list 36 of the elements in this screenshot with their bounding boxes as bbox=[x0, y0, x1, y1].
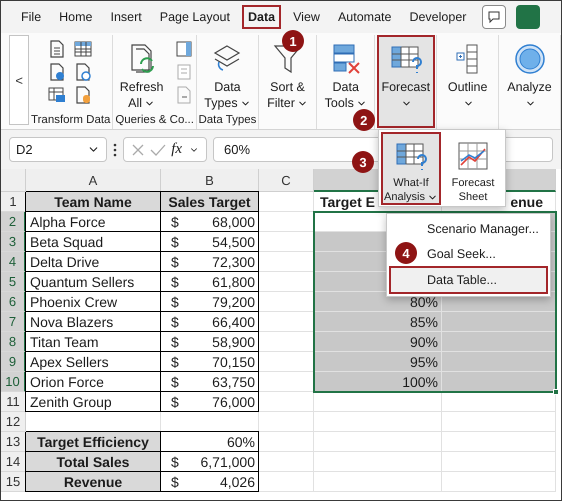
table-cell: $ 76,000 bbox=[161, 392, 259, 412]
table-cell: 95% bbox=[314, 352, 442, 372]
table-cell: 90% bbox=[314, 332, 442, 352]
table-cell: Quantum Sellers bbox=[26, 272, 161, 292]
table-cell: $ 72,300 bbox=[161, 252, 259, 272]
table-cell: $ 6,71,000 bbox=[161, 452, 259, 472]
table-cell: 85% bbox=[314, 312, 442, 332]
table-cell: Orion Force bbox=[26, 372, 161, 392]
header-cell: Revenue bbox=[26, 472, 161, 492]
table-cell: $ 61,800 bbox=[161, 272, 259, 292]
table-cell: Phoenix Crew bbox=[26, 292, 161, 312]
table-cell: $ 70,150 bbox=[161, 352, 259, 372]
table-cell: $ 4,026 bbox=[161, 472, 259, 492]
table-cell: Nova Blazers bbox=[26, 312, 161, 332]
table-cell: $ 68,000 bbox=[161, 212, 259, 232]
table-cell: $ 66,400 bbox=[161, 312, 259, 332]
group-label: Transform Data bbox=[31, 113, 110, 128]
header-cell: Sales Target bbox=[161, 192, 259, 212]
table-cell: $ 79,200 bbox=[161, 292, 259, 312]
table-cell: Apex Sellers bbox=[26, 352, 161, 372]
table-cell: $ 58,900 bbox=[161, 332, 259, 352]
table-cell: $ 54,500 bbox=[161, 232, 259, 252]
header-cell: Total Sales bbox=[26, 452, 161, 472]
table-cell: Beta Squad bbox=[26, 232, 161, 252]
table-cell: Zenith Group bbox=[26, 392, 161, 412]
table-cell: Delta Drive bbox=[26, 252, 161, 272]
table-cell: Titan Team bbox=[26, 332, 161, 352]
group-label: Data Types bbox=[198, 113, 256, 128]
header-cell: Team Name bbox=[26, 192, 161, 212]
table-cell: Alpha Force bbox=[26, 212, 161, 232]
table-cell: 60% bbox=[161, 432, 259, 452]
group-label: Queries & Co... bbox=[115, 113, 194, 128]
step-badge: 2 bbox=[352, 109, 375, 131]
table-cell: $ 63,750 bbox=[161, 372, 259, 392]
table-cell: 100% bbox=[314, 372, 442, 392]
header-cell: Target Efficiency bbox=[26, 432, 161, 452]
